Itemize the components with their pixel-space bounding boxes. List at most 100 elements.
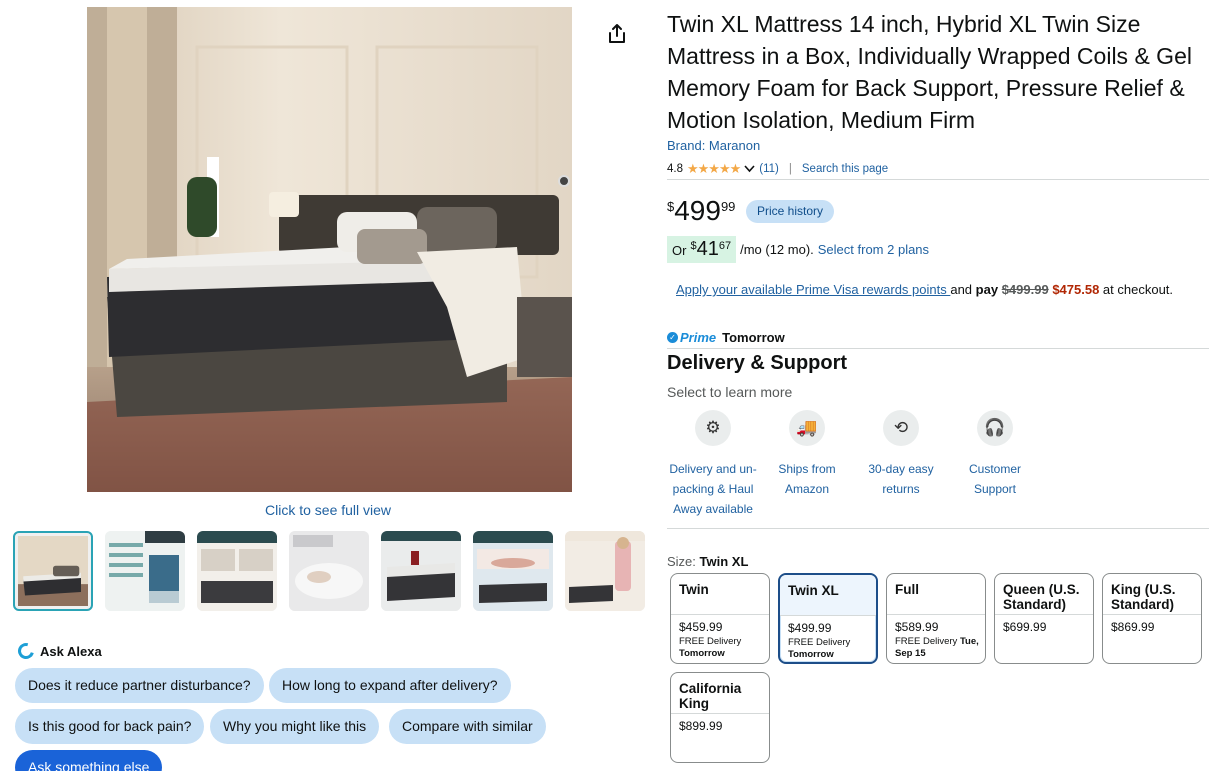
offer-text: and xyxy=(950,282,976,297)
delivery-support-title: Delivery & Support xyxy=(667,352,848,374)
prime-check-icon: ✓ xyxy=(667,332,678,343)
size-option-delivery: FREE Delivery Tomorrow xyxy=(788,637,872,661)
thumbnail-comparison-image xyxy=(197,531,277,611)
ask-something-else-button[interactable]: Ask something else xyxy=(15,750,163,771)
delivery-text: FREE Delivery xyxy=(788,637,851,648)
monthly-prefix: Or xyxy=(672,243,687,258)
prime-delivery-day: Tomorrow xyxy=(722,330,785,345)
feature-easy-returns[interactable]: ⟲ 30-day easy returns xyxy=(853,410,949,499)
thumbnail-springs-image xyxy=(381,531,461,611)
thumbnail-2[interactable] xyxy=(105,531,185,611)
size-option-delivery: FREE Delivery Tue, Sep 15 xyxy=(895,636,981,660)
divider xyxy=(780,615,876,616)
delivery-text: FREE Delivery xyxy=(895,636,960,647)
size-option-king[interactable]: King (U.S. Standard) $869.99 xyxy=(1102,573,1202,664)
prime-delivery-row: ✓ Prime Tomorrow xyxy=(667,330,785,345)
brand-link[interactable]: Brand: Maranon xyxy=(667,138,760,153)
size-selected-value: Twin XL xyxy=(699,554,749,569)
feature-label: Customer Support xyxy=(968,462,1021,496)
divider xyxy=(671,614,769,615)
review-count-link[interactable]: (11) xyxy=(759,163,779,175)
star-rating-icon[interactable]: ★★★★★ xyxy=(687,161,741,177)
feature-label: 30-day easy returns xyxy=(868,462,934,496)
offer-end: at checkout. xyxy=(1099,282,1174,297)
price-history-button[interactable]: Price history xyxy=(746,200,835,223)
divider xyxy=(667,528,1209,529)
divider: | xyxy=(788,163,792,175)
size-option-twin-xl[interactable]: Twin XL $499.99 FREE Delivery Tomorrow xyxy=(778,573,878,664)
ask-alexa-header: Ask Alexa xyxy=(15,640,102,662)
main-product-image[interactable] xyxy=(87,7,572,492)
thumbnail-setup-image xyxy=(565,531,645,611)
prime-visa-offer: Apply your available Prime Visa rewards … xyxy=(676,280,1196,300)
price-fraction: 99 xyxy=(720,199,736,214)
ask-alexa-title: Ask Alexa xyxy=(40,643,102,659)
size-option-price: $499.99 xyxy=(788,621,832,635)
select-plans-link[interactable]: Select from 2 plans xyxy=(818,242,929,257)
size-option-twin[interactable]: Twin $459.99 FREE Delivery Tomorrow xyxy=(670,573,770,664)
prime-logo: ✓ Prime xyxy=(667,330,716,345)
divider xyxy=(887,614,985,615)
size-option-price: $459.99 xyxy=(679,620,723,634)
alexa-chip-partner-disturbance[interactable]: Does it reduce partner disturbance? xyxy=(15,668,264,703)
size-option-name: Queen (U.S. Standard) xyxy=(1003,582,1080,612)
gear-wrench-icon: ⚙ xyxy=(695,410,731,446)
delivery-support-subtitle: Select to learn more xyxy=(667,384,793,400)
alexa-chip-back-pain[interactable]: Is this good for back pain? xyxy=(15,709,205,744)
monthly-payment: Or $ 41 67 /mo (12 mo). Select from 2 pl… xyxy=(667,236,929,263)
discounted-price: $475.58 xyxy=(1052,282,1100,297)
divider xyxy=(995,614,1093,615)
size-option-name: Twin XL xyxy=(788,583,839,598)
feature-label: Delivery and un-packing & Haul Away avai… xyxy=(669,462,757,516)
thumbnail-1[interactable] xyxy=(13,531,93,611)
thumbnail-bedroom-image xyxy=(18,536,88,606)
thumbnail-3[interactable] xyxy=(197,531,277,611)
monthly-suffix: /mo (12 mo). xyxy=(740,242,814,257)
alexa-chip-compare[interactable]: Compare with similar xyxy=(389,709,546,744)
bedroom-mattress-image xyxy=(87,7,572,492)
price-whole: 499 xyxy=(674,195,721,226)
thumbnail-4[interactable] xyxy=(289,531,369,611)
search-page-link[interactable]: Search this page xyxy=(802,163,888,175)
zoom-indicator xyxy=(558,175,570,187)
thumbnail-6[interactable] xyxy=(473,531,553,611)
price: $ 499 99 xyxy=(667,196,735,226)
prime-visa-rewards-link[interactable]: Apply your available Prime Visa rewards … xyxy=(676,282,950,297)
alexa-chip-expand-time[interactable]: How long to expand after delivery? xyxy=(269,668,511,703)
size-option-price: $869.99 xyxy=(1111,620,1155,634)
size-option-california-king[interactable]: California King $899.99 xyxy=(670,672,770,763)
chevron-down-icon[interactable] xyxy=(744,165,755,173)
size-option-price: $899.99 xyxy=(679,719,723,733)
size-option-full[interactable]: Full $589.99 FREE Delivery Tue, Sep 15 xyxy=(886,573,986,664)
divider xyxy=(671,713,769,714)
size-option-queen[interactable]: Queen (U.S. Standard) $699.99 xyxy=(994,573,1094,664)
feature-label: Ships from Amazon xyxy=(778,462,836,496)
share-icon[interactable] xyxy=(605,22,629,46)
thumbnail-fabric-image xyxy=(289,531,369,611)
full-view-link[interactable]: Click to see full view xyxy=(265,502,391,518)
monthly-price-highlight: Or $ 41 67 xyxy=(667,236,737,263)
delivery-date: Tomorrow xyxy=(788,649,834,660)
size-label-text: Size: xyxy=(667,554,700,569)
size-option-price: $589.99 xyxy=(895,620,939,634)
size-selector-label: Size: Twin XL xyxy=(667,554,748,569)
size-option-price: $699.99 xyxy=(1003,620,1047,634)
delivery-date: Tomorrow xyxy=(679,648,725,659)
thumbnail-5[interactable] xyxy=(381,531,461,611)
size-option-name: Full xyxy=(895,582,919,597)
feature-customer-support[interactable]: 🎧 Customer Support xyxy=(947,410,1043,499)
thumbnail-structure-image xyxy=(105,531,185,611)
price-currency: $ xyxy=(667,199,675,214)
thumbnail-spinal-image xyxy=(473,531,553,611)
thumbnail-7[interactable] xyxy=(565,531,645,611)
alexa-chip-why-like[interactable]: Why you might like this xyxy=(210,709,380,744)
feature-delivery-unpacking[interactable]: ⚙ Delivery and un-packing & Haul Away av… xyxy=(665,410,761,519)
alexa-icon xyxy=(15,640,37,662)
product-title: Twin XL Mattress 14 inch, Hybrid XL Twin… xyxy=(667,11,1192,133)
size-option-name: California King xyxy=(679,681,742,711)
size-option-name: King (U.S. Standard) xyxy=(1111,582,1176,612)
offer-pay: pay xyxy=(975,282,999,297)
prime-logo-text: Prime xyxy=(680,330,717,345)
rating-value: 4.8 xyxy=(667,163,683,175)
feature-ships-from-amazon[interactable]: 🚚 Ships from Amazon xyxy=(759,410,855,499)
